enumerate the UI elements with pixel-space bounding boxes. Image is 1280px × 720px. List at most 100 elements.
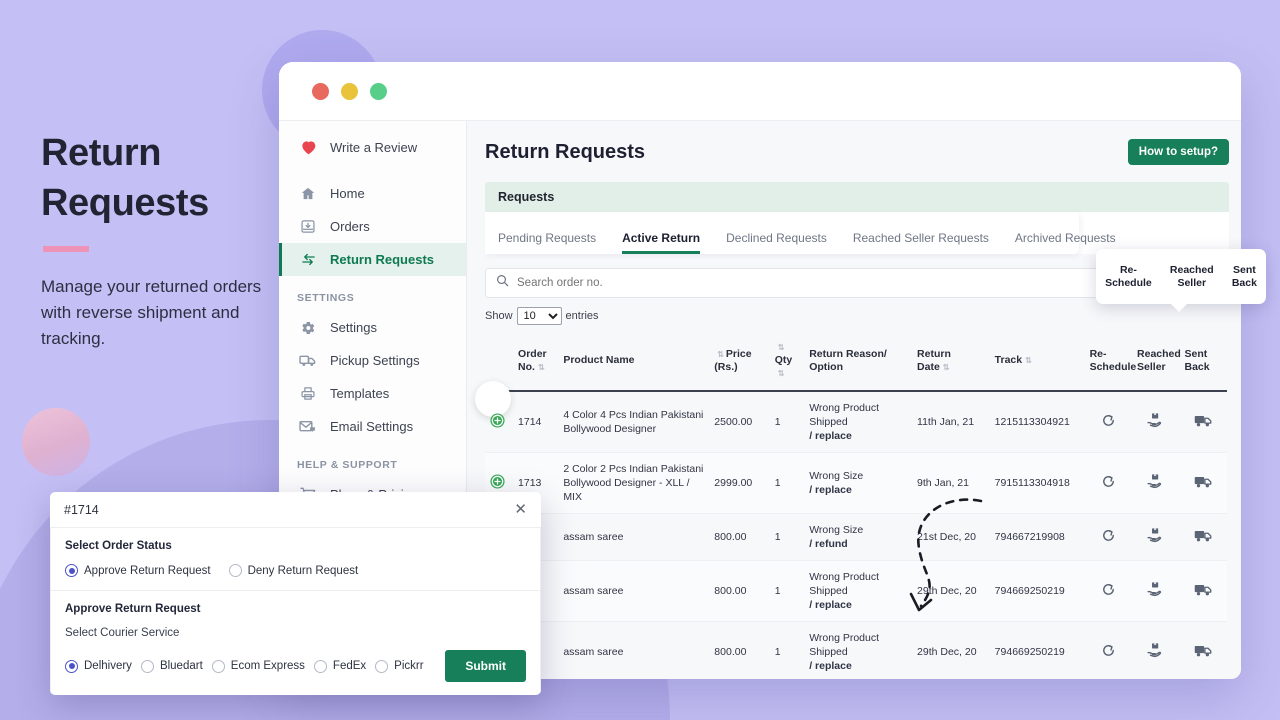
sort-icon-price[interactable]: ⇅ bbox=[717, 350, 723, 359]
th-track[interactable]: Track⇅ bbox=[990, 337, 1085, 391]
tab-pending-requests[interactable]: Pending Requests bbox=[498, 231, 596, 254]
sent-back-truck-icon[interactable] bbox=[1194, 643, 1212, 662]
radio-label-fedex: FedEx bbox=[333, 660, 366, 672]
reason-option: / replace bbox=[809, 599, 852, 611]
sort-icon-return-date[interactable]: ⇅ bbox=[943, 363, 949, 372]
radio-label-deny: Deny Return Request bbox=[248, 565, 359, 577]
th-product-name[interactable]: Product Name bbox=[558, 337, 709, 391]
cell-reschedule[interactable] bbox=[1085, 391, 1132, 453]
cell-price: 2999.00 bbox=[709, 453, 769, 514]
cell-return-date: 29th Dec, 20 bbox=[912, 561, 990, 622]
cell-sent-back[interactable] bbox=[1179, 391, 1227, 453]
cell-sent-back[interactable] bbox=[1179, 453, 1227, 514]
sidebar-item-templates[interactable]: Templates bbox=[279, 377, 466, 410]
order-status-radio-group: Approve Return Request Deny Return Reque… bbox=[65, 564, 526, 577]
radio-approve-return-request[interactable]: Approve Return Request bbox=[65, 564, 211, 577]
radio-dot-bluedart[interactable] bbox=[141, 660, 154, 673]
reached-seller-hand-box-icon[interactable] bbox=[1147, 412, 1164, 432]
sort-icon-order-no[interactable]: ⇅ bbox=[538, 363, 544, 372]
reschedule-refresh-icon[interactable] bbox=[1101, 413, 1116, 432]
search-icon bbox=[496, 274, 509, 292]
cell-reached-seller[interactable] bbox=[1132, 622, 1179, 680]
radio-dot-deny[interactable] bbox=[229, 564, 242, 577]
sidebar-item-home[interactable]: Home bbox=[279, 177, 466, 210]
cell-return-date: 21st Dec, 20 bbox=[912, 514, 990, 561]
cell-price: 800.00 bbox=[709, 622, 769, 680]
expand-plus-icon[interactable] bbox=[490, 413, 505, 432]
table-row[interactable]: assam saree800.001Wrong Product Shipped/… bbox=[485, 622, 1227, 680]
window-maximize-dot[interactable] bbox=[370, 83, 387, 100]
tab-declined-requests[interactable]: Declined Requests bbox=[726, 231, 827, 254]
sidebar-item-email-settings[interactable]: Email Settings bbox=[279, 410, 466, 443]
cell-sent-back[interactable] bbox=[1179, 622, 1227, 680]
sidebar-item-return-requests[interactable]: Return Requests bbox=[279, 243, 466, 276]
home-icon bbox=[297, 185, 319, 203]
close-icon[interactable]: ✕ bbox=[514, 502, 527, 517]
reached-seller-hand-box-icon[interactable] bbox=[1147, 527, 1164, 547]
window-close-dot[interactable] bbox=[312, 83, 329, 100]
cell-sent-back[interactable] bbox=[1179, 514, 1227, 561]
sort-icon-track[interactable]: ⇅ bbox=[1025, 356, 1031, 365]
cell-reached-seller[interactable] bbox=[1132, 453, 1179, 514]
cell-sent-back[interactable] bbox=[1179, 561, 1227, 622]
reschedule-refresh-icon[interactable] bbox=[1101, 474, 1116, 493]
sidebar-item-pickup-settings[interactable]: Pickup Settings bbox=[279, 344, 466, 377]
tab-active-return[interactable]: Active Return bbox=[622, 231, 700, 254]
radio-dot-approve[interactable] bbox=[65, 564, 78, 577]
table-head: Order No.⇅ Product Name ⇅ Price (Rs.) ⇅ … bbox=[485, 337, 1227, 391]
reached-seller-hand-box-icon[interactable] bbox=[1147, 581, 1164, 601]
cell-reschedule[interactable] bbox=[1085, 561, 1132, 622]
radio-pickrr[interactable]: Pickrr bbox=[375, 660, 423, 673]
submit-button[interactable]: Submit bbox=[445, 650, 526, 682]
how-to-setup-button[interactable]: How to setup? bbox=[1128, 139, 1229, 165]
radio-dot-fedex[interactable] bbox=[314, 660, 327, 673]
tab-bar: Pending Requests Active Return Declined … bbox=[485, 212, 1079, 254]
reached-seller-hand-box-icon[interactable] bbox=[1147, 473, 1164, 493]
radio-delhivery[interactable]: Delhivery bbox=[65, 660, 132, 673]
cell-reached-seller[interactable] bbox=[1132, 561, 1179, 622]
radio-bluedart[interactable]: Bluedart bbox=[141, 660, 203, 673]
reason-option: / replace bbox=[809, 484, 852, 496]
table-row[interactable]: 1709assam saree800.001Wrong Size/ refund… bbox=[485, 514, 1227, 561]
window-minimize-dot[interactable] bbox=[341, 83, 358, 100]
cell-reached-seller[interactable] bbox=[1132, 391, 1179, 453]
cell-reschedule[interactable] bbox=[1085, 514, 1132, 561]
radio-dot-pickrr[interactable] bbox=[375, 660, 388, 673]
tab-reached-seller-requests[interactable]: Reached Seller Requests bbox=[853, 231, 989, 254]
cell-price: 800.00 bbox=[709, 561, 769, 622]
radio-ecom-express[interactable]: Ecom Express bbox=[212, 660, 305, 673]
th-order-no[interactable]: Order No.⇅ bbox=[513, 337, 558, 391]
cell-reschedule[interactable] bbox=[1085, 453, 1132, 514]
th-return-date[interactable]: Return Date⇅ bbox=[912, 337, 990, 391]
table-row[interactable]: 17132 Color 2 Pcs Indian Pakistani Bolly… bbox=[485, 453, 1227, 514]
page-title: Return Requests bbox=[485, 141, 645, 164]
sidebar-item-write-a-review[interactable]: Write a Review bbox=[279, 131, 466, 164]
radio-deny-return-request[interactable]: Deny Return Request bbox=[229, 564, 359, 577]
row-expand-cell[interactable] bbox=[485, 391, 513, 453]
entries-select[interactable]: 102550100 bbox=[517, 307, 562, 325]
th-price[interactable]: ⇅ Price (Rs.) bbox=[709, 337, 769, 391]
return-arrow-icon bbox=[297, 251, 319, 269]
sent-back-truck-icon[interactable] bbox=[1194, 582, 1212, 601]
reschedule-refresh-icon[interactable] bbox=[1101, 528, 1116, 547]
reached-seller-hand-box-icon[interactable] bbox=[1147, 642, 1164, 662]
sent-back-truck-icon[interactable] bbox=[1194, 528, 1212, 547]
radio-fedex[interactable]: FedEx bbox=[314, 660, 366, 673]
sidebar-item-settings[interactable]: Settings bbox=[279, 311, 466, 344]
sent-back-truck-icon[interactable] bbox=[1194, 474, 1212, 493]
sort-icon-qty-r[interactable]: ⇅ bbox=[778, 369, 784, 378]
radio-dot-ecom-express[interactable] bbox=[212, 660, 225, 673]
cell-reschedule[interactable] bbox=[1085, 622, 1132, 680]
reschedule-refresh-icon[interactable] bbox=[1101, 643, 1116, 662]
radio-dot-delhivery[interactable] bbox=[65, 660, 78, 673]
table-row[interactable]: 17144 Color 4 Pcs Indian Pakistani Bolly… bbox=[485, 391, 1227, 453]
table-row[interactable]: assam saree800.001Wrong Product Shipped/… bbox=[485, 561, 1227, 622]
sent-back-truck-icon[interactable] bbox=[1194, 413, 1212, 432]
expand-plus-icon[interactable] bbox=[490, 474, 505, 493]
reschedule-refresh-icon[interactable] bbox=[1101, 582, 1116, 601]
sidebar-item-orders[interactable]: Orders bbox=[279, 210, 466, 243]
th-qty[interactable]: ⇅ Qty ⇅ bbox=[770, 337, 805, 391]
sort-icon-qty-l[interactable]: ⇅ bbox=[778, 343, 784, 352]
cell-return-reason: Wrong Product Shipped/ replace bbox=[804, 391, 912, 453]
cell-reached-seller[interactable] bbox=[1132, 514, 1179, 561]
